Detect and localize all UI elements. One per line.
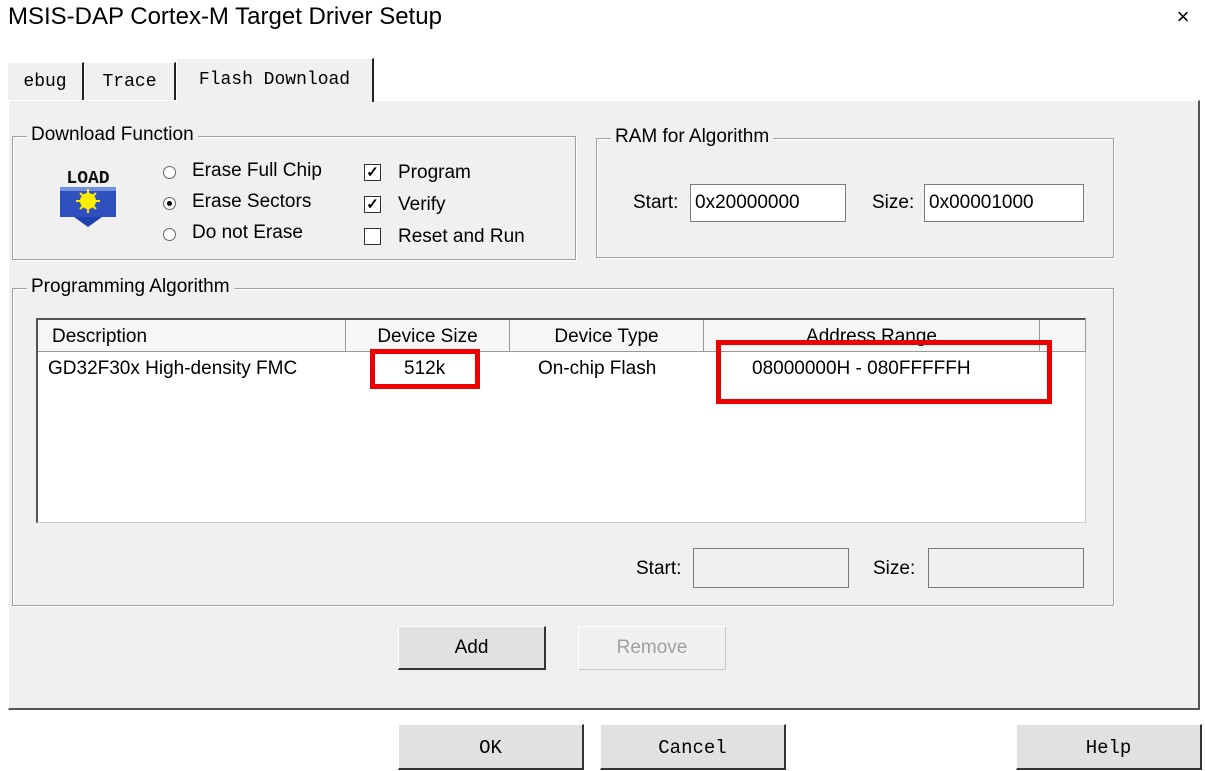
ram-start-label: Start: (633, 192, 679, 213)
help-button[interactable]: Help (1016, 724, 1202, 770)
tab-debug[interactable]: ebug (8, 62, 84, 100)
download-function-legend: Download Function (27, 124, 198, 146)
add-button[interactable]: Add (398, 626, 546, 670)
algo-start-label: Start: (636, 558, 682, 579)
tab-trace[interactable]: Trace (84, 62, 176, 100)
ram-legend: RAM for Algorithm (611, 126, 774, 148)
row-device-type[interactable]: On-chip Flash (538, 358, 656, 380)
erase-sectors-label: Erase Sectors (192, 191, 312, 212)
svg-text:LOAD: LOAD (66, 169, 109, 189)
reset-and-run-checkbox[interactable] (364, 228, 381, 245)
verify-label: Verify (398, 194, 446, 215)
programming-algorithm-legend: Programming Algorithm (27, 276, 234, 298)
algo-size-input[interactable] (928, 548, 1084, 588)
reset-and-run-label: Reset and Run (398, 226, 525, 247)
highlight-box-address-range (716, 340, 1052, 404)
column-header-device-type[interactable]: Device Type (510, 320, 704, 352)
close-icon[interactable]: × (1170, 4, 1196, 30)
program-label: Program (398, 162, 471, 183)
highlight-box-device-size (370, 349, 480, 389)
window-title: MSIS-DAP Cortex-M Target Driver Setup (8, 3, 442, 30)
ram-start-input[interactable]: 0x20000000 (690, 184, 846, 222)
algo-start-input[interactable] (693, 548, 849, 588)
erase-full-chip-radio[interactable] (163, 166, 176, 179)
erase-sectors-radio[interactable] (163, 197, 176, 210)
do-not-erase-label: Do not Erase (192, 222, 303, 243)
cancel-button[interactable]: Cancel (600, 724, 786, 770)
remove-button[interactable]: Remove (578, 626, 726, 670)
erase-full-chip-label: Erase Full Chip (192, 160, 322, 181)
program-checkbox[interactable]: ✓ (364, 164, 381, 181)
algo-size-label: Size: (873, 558, 916, 579)
ram-size-label: Size: (872, 192, 915, 213)
load-icon: LOAD (52, 163, 124, 229)
tab-flash-download[interactable]: Flash Download (176, 58, 374, 102)
ram-size-input[interactable]: 0x00001000 (924, 184, 1084, 222)
column-header-description[interactable]: Description (38, 320, 346, 352)
row-description[interactable]: GD32F30x High-density FMC (48, 358, 297, 380)
column-header-device-size[interactable]: Device Size (346, 320, 510, 352)
ok-button[interactable]: OK (398, 724, 584, 770)
verify-checkbox[interactable]: ✓ (364, 196, 381, 213)
do-not-erase-radio[interactable] (163, 228, 176, 241)
